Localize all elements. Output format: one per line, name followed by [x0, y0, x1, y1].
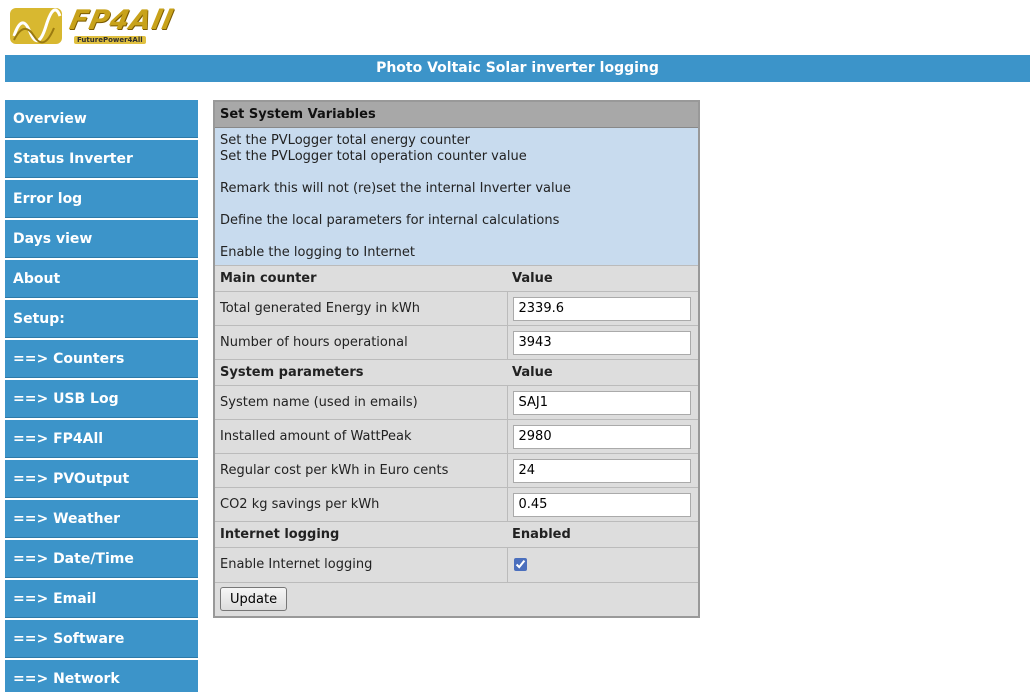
variables-table: Main counter Value Total generated Energ… [215, 265, 698, 582]
sidebar-item-days-view[interactable]: Days view [5, 220, 198, 258]
table-row: Enable Internet logging [215, 547, 698, 582]
sidebar-item-weather[interactable]: ==> Weather [5, 500, 198, 538]
table-row: Regular cost per kWh in Euro cents [215, 453, 698, 488]
info-line: Remark this will not (re)set the interna… [220, 181, 571, 196]
table-row: System name (used in emails) [215, 385, 698, 420]
info-line: Define the local parameters for internal… [220, 213, 560, 228]
sidebar-item-date-time[interactable]: ==> Date/Time [5, 540, 198, 578]
sidebar-item-email[interactable]: ==> Email [5, 580, 198, 618]
sidebar-item-counters[interactable]: ==> Counters [5, 340, 198, 378]
info-box: Set the PVLogger total energy counter Se… [215, 128, 698, 265]
sidebar-item-network[interactable]: ==> Network [5, 660, 198, 692]
table-row: Installed amount of WattPeak [215, 419, 698, 454]
sidebar-item-fp4all[interactable]: ==> FP4All [5, 420, 198, 458]
table-row: Total generated Energy in kWh [215, 291, 698, 326]
row-label: Regular cost per kWh in Euro cents [215, 453, 508, 488]
co2-savings-input[interactable] [512, 492, 691, 517]
sidebar-item-usb-log[interactable]: ==> USB Log [5, 380, 198, 418]
section-header-label: Internet logging [215, 521, 507, 548]
sidebar: Overview Status Inverter Error log Days … [5, 100, 198, 692]
total-energy-input[interactable] [512, 296, 691, 321]
row-label: Number of hours operational [215, 325, 508, 360]
sidebar-item-error-log[interactable]: Error log [5, 180, 198, 218]
sidebar-item-pvoutput[interactable]: ==> PVOutput [5, 460, 198, 498]
section-header-main-counter: Main counter Value [215, 265, 698, 292]
section-header-value: Value [507, 359, 698, 386]
sidebar-item-status-inverter[interactable]: Status Inverter [5, 140, 198, 178]
row-label: Total generated Energy in kWh [215, 291, 508, 326]
section-header-label: Main counter [215, 265, 507, 292]
table-row: CO2 kg savings per kWh [215, 487, 698, 522]
page-title-bar: Photo Voltaic Solar inverter logging [5, 55, 1030, 82]
sun-wave-logo-icon [10, 8, 62, 44]
internet-logging-checkbox[interactable] [513, 558, 527, 572]
panel-title: Set System Variables [215, 102, 698, 128]
info-line: Enable the logging to Internet [220, 245, 415, 260]
row-label: CO2 kg savings per kWh [215, 487, 508, 522]
logo-subtext: FuturePower4All [74, 36, 146, 44]
button-row: Update [215, 581, 698, 616]
section-header-label: System parameters [215, 359, 507, 386]
section-header-value: Enabled [507, 521, 698, 548]
section-header-system-parameters: System parameters Value [215, 359, 698, 386]
system-name-input[interactable] [512, 390, 691, 415]
info-line: Set the PVLogger total energy counter [220, 133, 470, 148]
logo: FP4All FuturePower4All [8, 2, 188, 50]
hours-operational-input[interactable] [512, 330, 691, 355]
logo-text: FP4All [66, 5, 176, 36]
section-header-value: Value [507, 265, 698, 292]
cost-per-kwh-input[interactable] [512, 458, 691, 483]
info-line: Set the PVLogger total operation counter… [220, 149, 527, 164]
row-label: System name (used in emails) [215, 385, 508, 420]
page-title: Photo Voltaic Solar inverter logging [376, 60, 659, 76]
wattpeak-input[interactable] [512, 424, 691, 449]
sidebar-item-software[interactable]: ==> Software [5, 620, 198, 658]
table-row: Number of hours operational [215, 325, 698, 360]
sidebar-item-about[interactable]: About [5, 260, 198, 298]
sidebar-item-overview[interactable]: Overview [5, 100, 198, 138]
sidebar-item-setup[interactable]: Setup: [5, 300, 198, 338]
update-button[interactable]: Update [220, 587, 288, 611]
row-label: Installed amount of WattPeak [215, 419, 508, 454]
system-variables-panel: Set System Variables Set the PVLogger to… [213, 100, 700, 618]
section-header-internet-logging: Internet logging Enabled [215, 521, 698, 548]
row-label: Enable Internet logging [215, 547, 508, 582]
